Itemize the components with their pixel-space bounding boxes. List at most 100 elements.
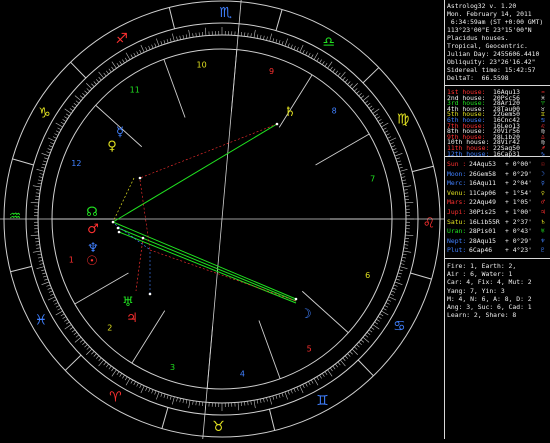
header-line: Obliquity: 23°26'16.42" bbox=[447, 58, 536, 66]
degree-tick bbox=[53, 300, 57, 302]
degree-tick bbox=[254, 400, 255, 408]
planet-position: 24Aqu53 bbox=[469, 160, 496, 168]
zodiac-sign-icon: ♐ bbox=[115, 31, 128, 47]
aspect-line bbox=[113, 124, 277, 222]
zodiac-sign-icon: ♎ bbox=[322, 35, 335, 51]
sign-divider bbox=[410, 273, 431, 279]
aspect-line bbox=[119, 232, 296, 303]
degree-tick bbox=[340, 360, 345, 366]
aspect-line bbox=[140, 124, 277, 178]
sign-divider bbox=[358, 360, 373, 376]
degree-tick bbox=[398, 164, 402, 165]
degree-tick bbox=[285, 392, 288, 400]
planet-marker bbox=[112, 221, 115, 224]
degree-tick bbox=[167, 395, 168, 399]
degree-tick bbox=[254, 30, 255, 38]
degree-tick bbox=[141, 386, 144, 393]
degree-tick bbox=[109, 366, 111, 369]
degree-tick bbox=[238, 402, 239, 410]
aspect-line bbox=[118, 228, 296, 301]
degree-tick bbox=[354, 88, 357, 91]
sign-divider bbox=[363, 68, 379, 83]
degree-tick bbox=[37, 183, 41, 184]
degree-tick bbox=[402, 257, 406, 258]
aspect-line bbox=[136, 238, 143, 291]
degree-tick bbox=[99, 72, 104, 78]
degree-tick bbox=[37, 169, 45, 171]
degree-tick bbox=[76, 335, 79, 338]
header-line: Placidus houses. bbox=[447, 34, 509, 42]
degree-tick bbox=[300, 386, 303, 393]
degree-tick bbox=[36, 245, 40, 246]
degree-tick bbox=[42, 282, 50, 285]
degree-tick bbox=[120, 61, 122, 64]
degree-tick bbox=[260, 399, 261, 403]
degree-tick bbox=[248, 401, 249, 405]
degree-tick bbox=[322, 61, 324, 64]
planet-icon: ♅ bbox=[541, 227, 545, 235]
degree-tick bbox=[74, 332, 77, 334]
degree-tick bbox=[38, 257, 42, 258]
degree-tick bbox=[33, 186, 41, 187]
degree-tick bbox=[386, 134, 390, 136]
degree-tick bbox=[345, 356, 348, 359]
degree-tick bbox=[397, 161, 401, 162]
degree-tick bbox=[273, 396, 274, 400]
degree-tick bbox=[141, 45, 144, 52]
degree-tick bbox=[196, 401, 197, 405]
degree-tick bbox=[395, 153, 403, 156]
degree-tick bbox=[401, 174, 405, 175]
degree-tick bbox=[285, 39, 288, 47]
degree-tick bbox=[403, 251, 411, 252]
house-cusp-line bbox=[164, 59, 185, 117]
degree-tick bbox=[65, 325, 72, 330]
degree-tick bbox=[317, 58, 319, 61]
degree-tick bbox=[53, 137, 57, 139]
degree-tick bbox=[170, 396, 171, 400]
degree-tick bbox=[36, 190, 40, 191]
degree-tick bbox=[117, 372, 119, 375]
degree-tick bbox=[134, 381, 136, 385]
degree-tick bbox=[343, 77, 346, 80]
zodiac-sign-icon: ♍ bbox=[397, 112, 410, 128]
zodiac-sign-icon: ♉ bbox=[212, 419, 225, 435]
degree-tick bbox=[66, 322, 69, 324]
stat-line: Ang: 3, Suc: 6, Cad: 1 bbox=[447, 303, 532, 311]
degree-tick bbox=[273, 38, 274, 42]
planet-icon: ☽ bbox=[541, 170, 545, 178]
degree-tick bbox=[352, 349, 358, 355]
degree-tick bbox=[86, 349, 92, 355]
degree-tick bbox=[297, 47, 299, 51]
degree-tick bbox=[172, 34, 174, 42]
house-value: 16Cap31 bbox=[493, 150, 520, 158]
degree-tick bbox=[80, 96, 83, 99]
degree-tick bbox=[375, 114, 378, 116]
degree-tick bbox=[347, 354, 350, 357]
degree-tick bbox=[335, 71, 337, 74]
planet-position: 22Aqu49 bbox=[469, 198, 496, 206]
degree-tick bbox=[43, 161, 47, 162]
degree-tick bbox=[75, 337, 81, 342]
degree-tick bbox=[340, 72, 345, 78]
degree-tick bbox=[282, 393, 283, 397]
degree-tick bbox=[61, 122, 64, 124]
degree-tick bbox=[122, 60, 124, 63]
planet-speed: + 0°29' bbox=[505, 170, 532, 178]
degree-tick bbox=[378, 119, 381, 121]
planet-position: 28Pis01 bbox=[469, 227, 496, 235]
stat-line: Learn: 2, Share: 8 bbox=[447, 311, 516, 319]
degree-tick bbox=[401, 177, 405, 178]
degree-tick bbox=[42, 164, 46, 165]
degree-tick bbox=[330, 368, 332, 371]
sign-icon: ♑ bbox=[541, 150, 545, 158]
degree-tick bbox=[152, 390, 153, 394]
degree-tick bbox=[155, 391, 156, 395]
degree-tick bbox=[155, 43, 156, 47]
degree-tick bbox=[373, 325, 380, 330]
degree-tick bbox=[63, 317, 66, 319]
degree-tick bbox=[72, 330, 75, 332]
stat-line: Car: 4, Fix: 4, Mut: 2 bbox=[447, 278, 532, 286]
degree-tick bbox=[378, 317, 381, 319]
degree-tick bbox=[31, 202, 39, 203]
sign-divider bbox=[412, 166, 433, 171]
